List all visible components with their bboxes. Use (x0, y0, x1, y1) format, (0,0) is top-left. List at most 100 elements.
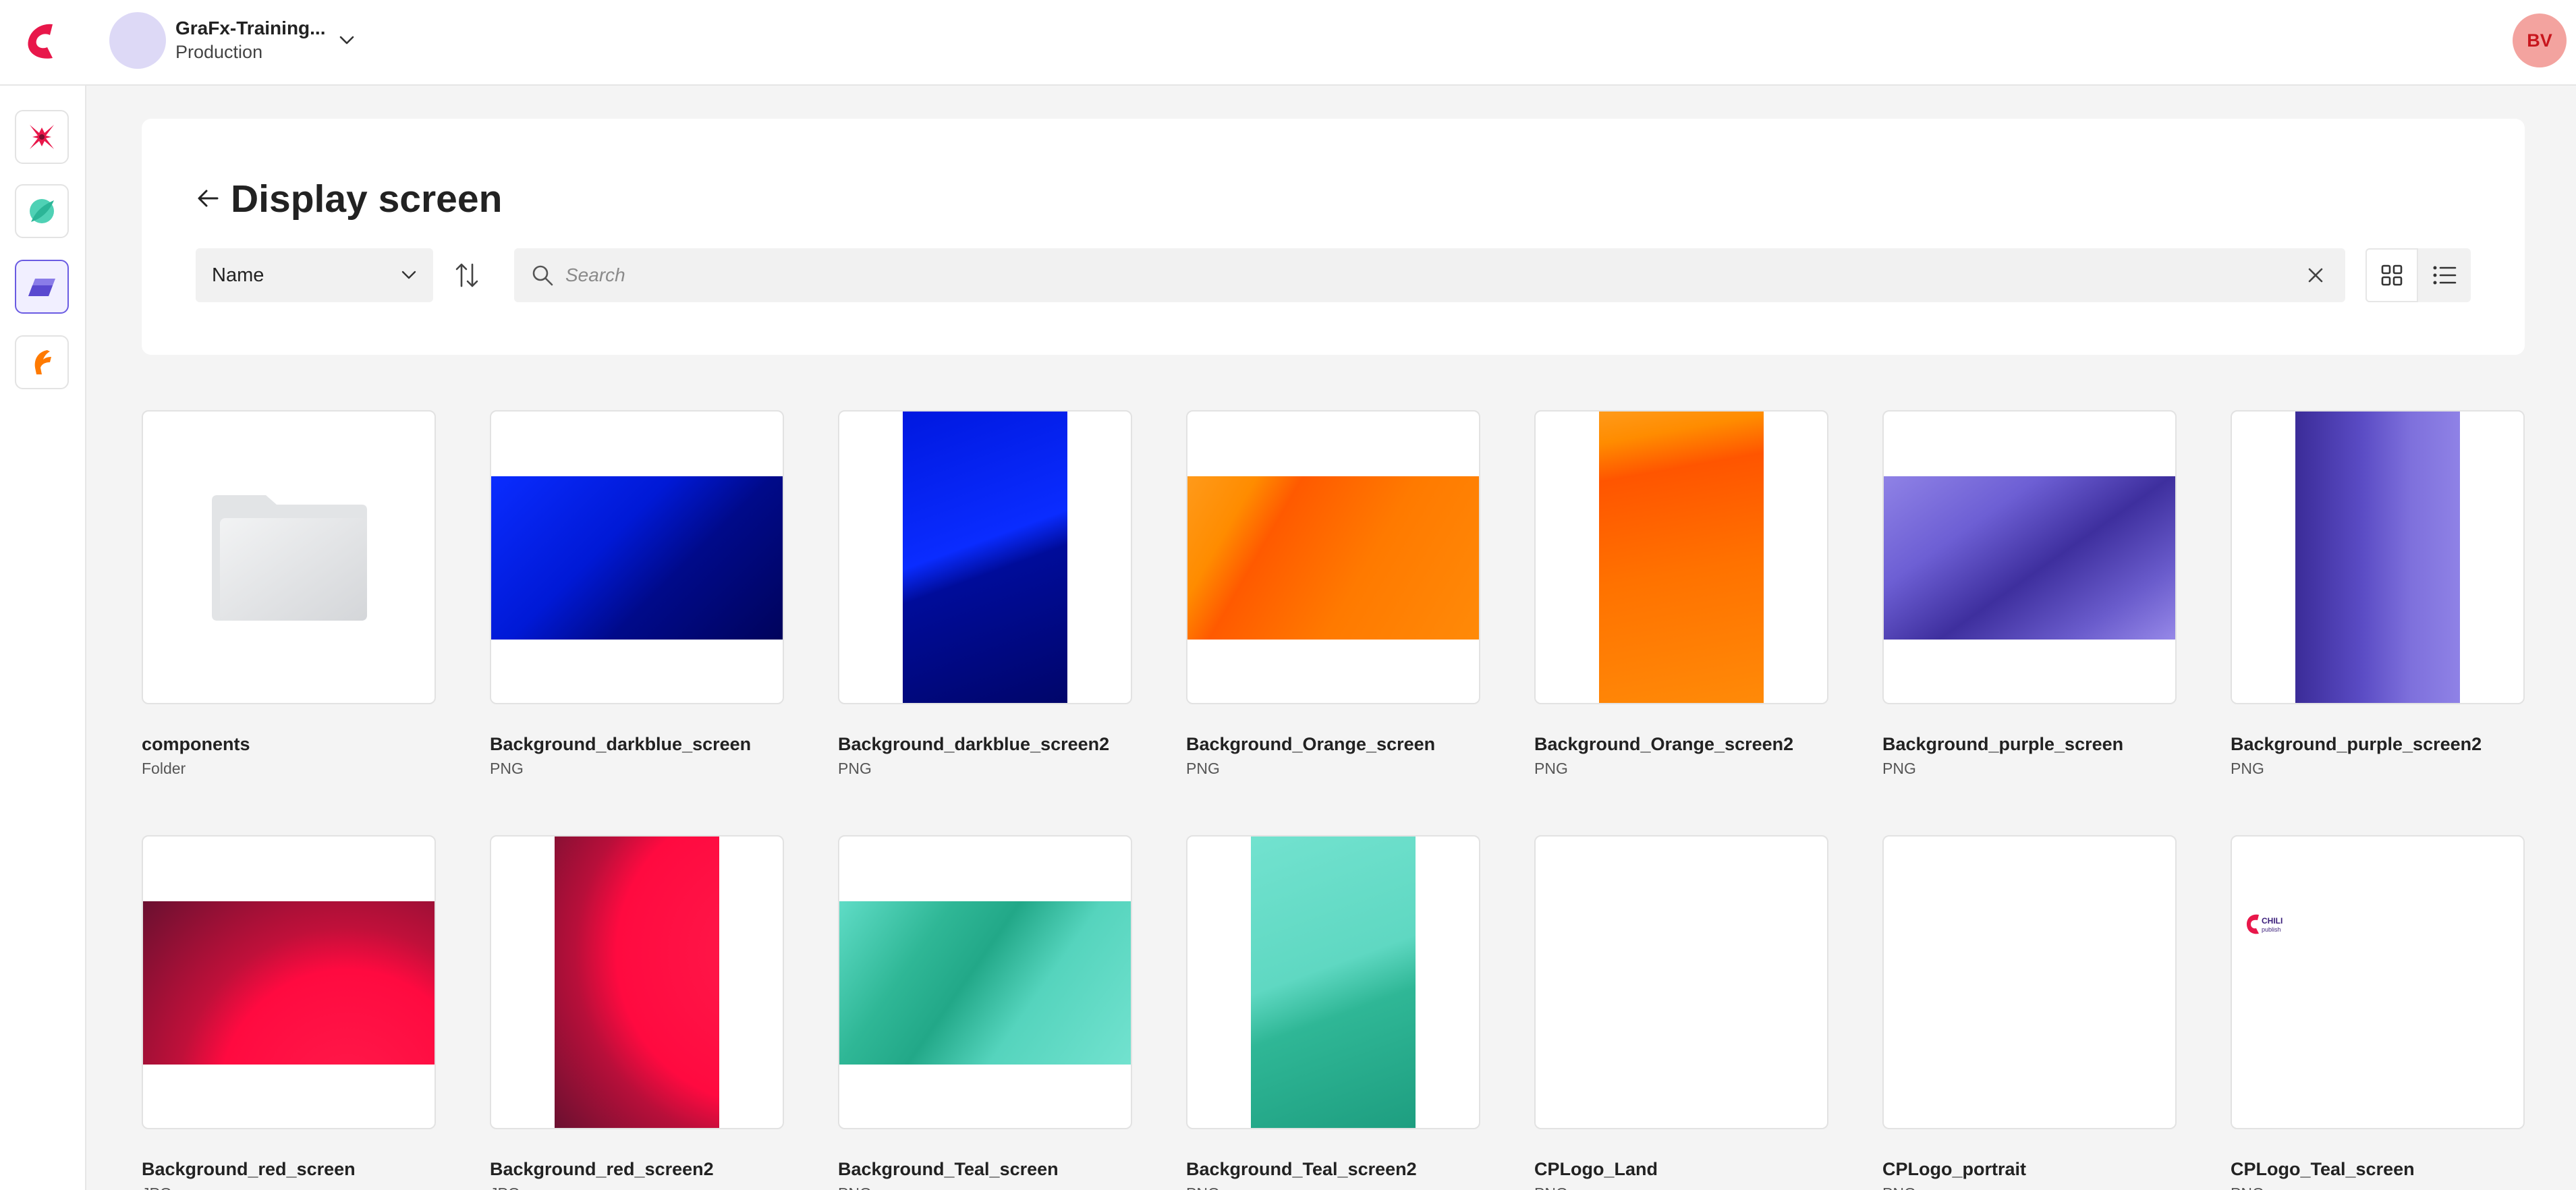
item-name: Background_red_screen2 (490, 1159, 714, 1179)
header-card: Display screen Name (142, 119, 2525, 355)
environment-subtitle: Production (175, 42, 263, 62)
svg-text:CHILI: CHILI (2262, 916, 2283, 926)
chili-logo-icon[interactable] (23, 20, 65, 62)
image-thumbnail: CHILI publish (2231, 835, 2525, 1129)
back-arrow-icon[interactable] (192, 182, 224, 215)
chevron-down-icon[interactable] (335, 28, 359, 53)
image-thumbnail (838, 410, 1132, 704)
teal-landscape-image (839, 901, 1131, 1065)
purple-portrait-image (2295, 412, 2460, 703)
item-type: JPG (142, 1185, 172, 1190)
item-type: PNG (2231, 760, 2264, 777)
item-name: Background_Orange_screen (1186, 734, 1436, 754)
list-item[interactable]: Background_darkblue_screen2 PNG (838, 410, 1132, 777)
list-item[interactable]: CPLogo_Land PNG (1534, 835, 1828, 1190)
item-name: Background_darkblue_screen2 (838, 734, 1110, 754)
item-type: PNG (1534, 760, 1568, 777)
item-name: CPLogo_Land (1534, 1159, 1658, 1179)
folder-icon (212, 495, 367, 621)
media-folder-icon (28, 279, 55, 296)
item-name: Background_Teal_screen (838, 1159, 1059, 1179)
list-item[interactable]: Background_Orange_screen2 PNG (1534, 410, 1828, 777)
item-name: components (142, 734, 250, 754)
item-type: PNG (838, 760, 872, 777)
item-name: Background_purple_screen2 (2231, 734, 2482, 754)
image-thumbnail (1882, 835, 2177, 1129)
page-title: Display screen (231, 177, 503, 221)
list-item[interactable]: Background_Teal_screen2 PNG (1186, 835, 1480, 1190)
item-name: CPLogo_portrait (1882, 1159, 2026, 1179)
image-thumbnail (490, 410, 784, 704)
item-name: Background_Orange_screen2 (1534, 734, 1794, 754)
image-thumbnail (1534, 410, 1828, 704)
folder-thumbnail (142, 410, 436, 704)
media-app-button[interactable] (15, 260, 69, 314)
darkblue-portrait-image (903, 412, 1067, 703)
environment-avatar[interactable] (109, 12, 166, 69)
list-item[interactable]: Background_red_screen2 JPG (490, 835, 784, 1190)
orange-app-button[interactable] (15, 335, 69, 389)
item-type: Folder (142, 760, 186, 777)
image-thumbnail (1186, 410, 1480, 704)
list-view-icon[interactable] (2418, 248, 2471, 302)
list-item[interactable]: Background_Orange_screen PNG (1186, 410, 1480, 777)
search-input[interactable] (565, 255, 2279, 295)
image-thumbnail (838, 835, 1132, 1129)
studio-app-button[interactable] (15, 110, 69, 164)
item-name: CPLogo_Teal_screen (2231, 1159, 2415, 1179)
image-thumbnail (2231, 410, 2525, 704)
image-thumbnail (490, 835, 784, 1129)
view-toggle (2365, 248, 2471, 302)
item-type: PNG (838, 1185, 872, 1190)
image-thumbnail (1882, 410, 2177, 704)
item-type: PNG (1882, 1185, 1916, 1190)
chili-publish-logo: CHILI publish (2247, 914, 2283, 934)
item-type: PNG (1534, 1185, 1568, 1190)
list-item[interactable]: components Folder (142, 410, 436, 777)
grid-view-icon[interactable] (2365, 248, 2418, 302)
list-item[interactable]: Background_purple_screen2 PNG (2231, 410, 2525, 777)
orange-portrait-image (1599, 412, 1764, 703)
chevron-down-icon (397, 263, 421, 287)
image-thumbnail (142, 835, 436, 1129)
teal-app-button[interactable] (15, 184, 69, 238)
app-switcher-rail (0, 86, 86, 1190)
list-item[interactable]: Background_Teal_screen PNG (838, 835, 1132, 1190)
sort-direction-icon[interactable] (449, 258, 484, 293)
environment-name[interactable]: GraFx-Training... (175, 18, 325, 39)
image-thumbnail (1186, 835, 1480, 1129)
sort-field-label: Name (212, 264, 264, 286)
close-icon[interactable] (2303, 263, 2328, 287)
orange-landscape-image (1187, 476, 1479, 640)
teal-portrait-image (1251, 837, 1416, 1128)
studio-star-icon (30, 125, 54, 149)
item-name: Background_purple_screen (1882, 734, 2124, 754)
orange-flame-icon (34, 350, 51, 374)
item-type: PNG (1186, 1185, 1220, 1190)
item-type: PNG (1186, 760, 1220, 777)
item-type: PNG (1882, 760, 1916, 777)
item-name: Background_darkblue_screen (490, 734, 752, 754)
list-item[interactable]: Background_red_screen JPG (142, 835, 436, 1190)
user-avatar[interactable]: BV (2513, 13, 2567, 67)
purple-landscape-image (1884, 476, 2175, 640)
item-name: Background_red_screen (142, 1159, 356, 1179)
search-icon (529, 262, 556, 289)
item-type: JPG (490, 1185, 520, 1190)
red-landscape-image (143, 901, 435, 1065)
sort-field-select[interactable]: Name (196, 248, 433, 302)
list-item[interactable]: Background_darkblue_screen PNG (490, 410, 784, 777)
svg-text:publish: publish (2262, 926, 2281, 933)
item-type: PNG (2231, 1185, 2264, 1190)
red-portrait-image (555, 837, 719, 1128)
list-item[interactable]: CHILI publish CPLogo_Teal_screen PNG (2231, 835, 2525, 1190)
list-item[interactable]: CPLogo_portrait PNG (1882, 835, 2177, 1190)
item-name: Background_Teal_screen2 (1186, 1159, 1417, 1179)
item-type: PNG (490, 760, 524, 777)
teal-leaf-icon (30, 199, 54, 223)
search-bar (514, 248, 2345, 302)
list-item[interactable]: Background_purple_screen PNG (1882, 410, 2177, 777)
top-bar: GraFx-Training... Production BV (0, 0, 2576, 86)
darkblue-landscape-image (491, 476, 783, 640)
image-thumbnail (1534, 835, 1828, 1129)
